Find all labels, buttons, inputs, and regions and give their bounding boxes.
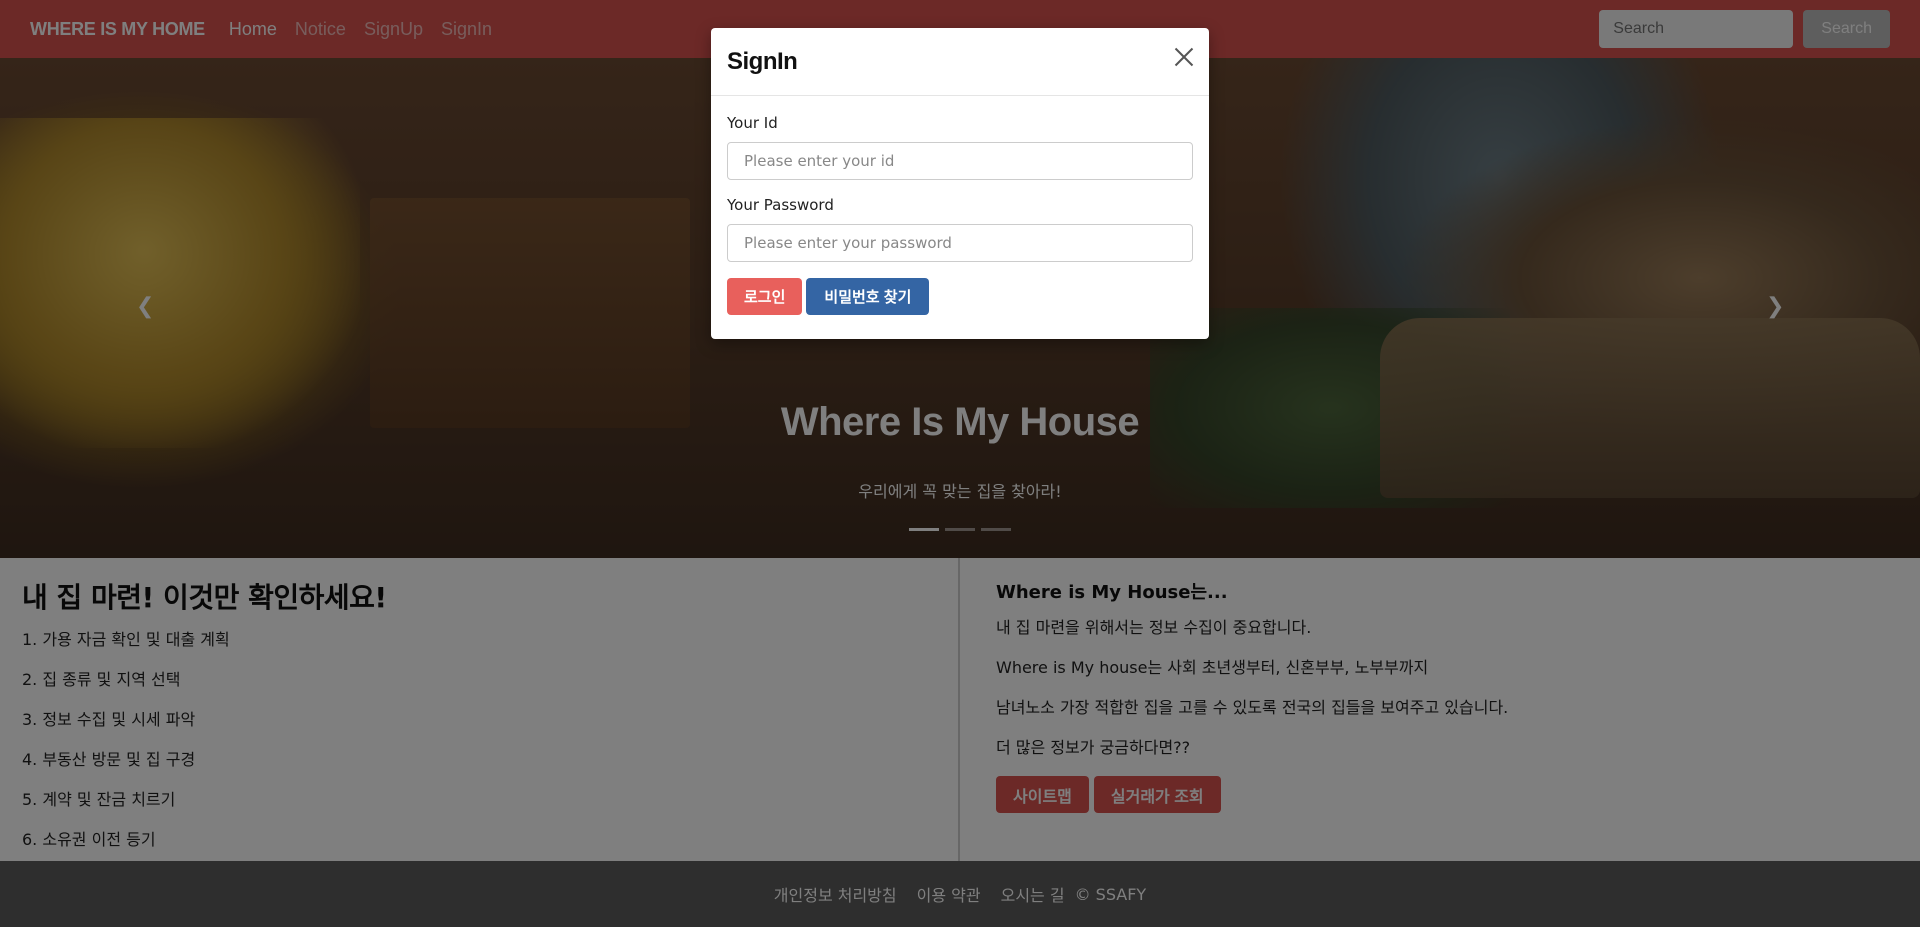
password-input[interactable] (727, 224, 1193, 262)
modal-header: SignIn (711, 28, 1209, 96)
modal-body: Your Id Your Password 로그인 비밀번호 찾기 (711, 96, 1209, 333)
modal-title: SignIn (727, 47, 798, 75)
close-icon[interactable] (1171, 44, 1197, 70)
signin-modal: SignIn Your Id Your Password 로그인 비밀번호 찾기 (711, 28, 1209, 339)
modal-button-row: 로그인 비밀번호 찾기 (727, 278, 1193, 315)
id-label: Your Id (727, 114, 778, 132)
find-password-button[interactable]: 비밀번호 찾기 (806, 278, 930, 315)
password-label: Your Password (727, 196, 834, 214)
login-button[interactable]: 로그인 (727, 278, 803, 315)
id-input[interactable] (727, 142, 1193, 180)
